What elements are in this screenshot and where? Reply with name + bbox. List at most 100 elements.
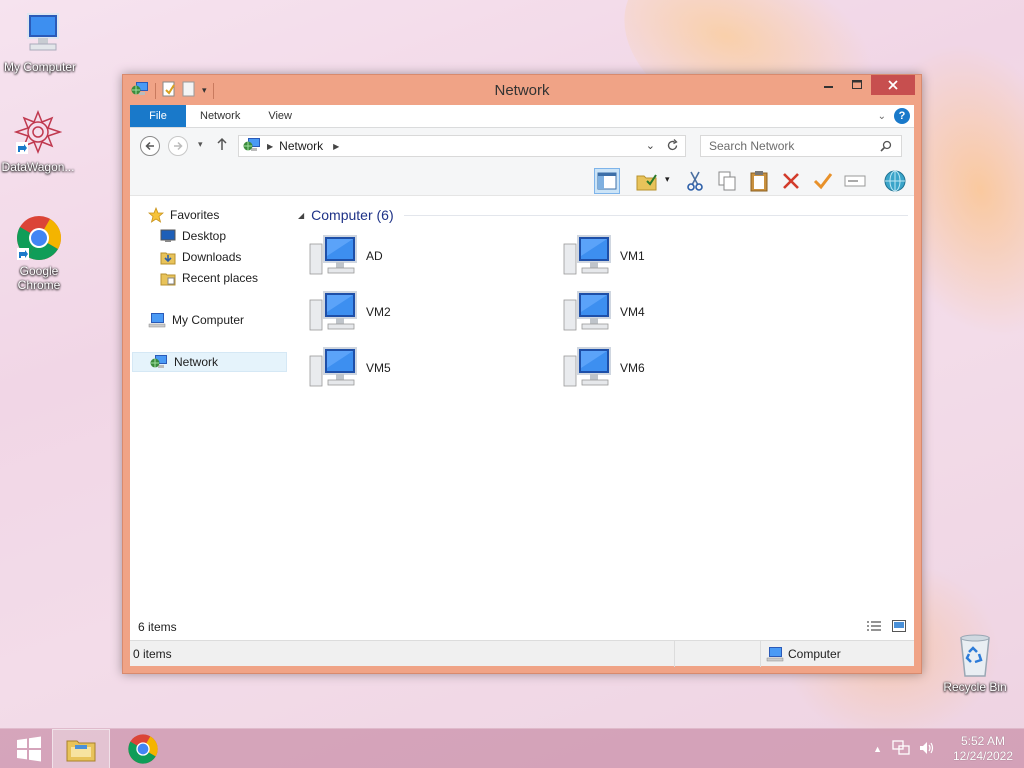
cut-button[interactable] <box>682 168 708 194</box>
nav-item-label: Downloads <box>182 250 242 264</box>
breadcrumb-chevron-icon[interactable]: ▶ <box>333 142 339 151</box>
group-header-computer[interactable]: ◢ Computer (6) <box>298 205 908 225</box>
collapse-group-icon[interactable]: ◢ <box>298 211 304 220</box>
navigation-bar: ▾ ▶ Network ▶ ⌄ <box>130 128 914 164</box>
nav-item-label: Desktop <box>182 229 227 243</box>
computer-icon <box>563 347 611 387</box>
nav-item-favorites[interactable]: Favorites <box>148 205 219 225</box>
details-view-icon[interactable] <box>866 620 882 635</box>
network-center-button[interactable] <box>882 168 908 194</box>
scissors-icon <box>687 171 703 191</box>
computer-icon <box>766 646 784 665</box>
recycle-bin-icon <box>951 630 999 678</box>
clock[interactable]: 5:52 AM 12/24/2022 <box>942 734 1024 764</box>
expand-ribbon-icon[interactable]: ⌄ <box>878 111 886 122</box>
nav-item-network[interactable]: Network <box>132 352 287 372</box>
computer-name: VM1 <box>620 249 645 263</box>
nav-item-downloads[interactable]: Downloads <box>160 247 241 267</box>
item-count: 6 items <box>138 620 177 634</box>
delete-button[interactable] <box>778 168 804 194</box>
close-icon <box>888 80 898 90</box>
computer-name: VM2 <box>366 305 391 319</box>
rename-button[interactable] <box>842 168 868 194</box>
desktop-icon-datawagon[interactable]: DataWagon... <box>0 109 78 174</box>
desktop-icon-google-chrome[interactable]: Google Chrome <box>0 214 79 292</box>
clock-time: 5:52 AM <box>960 734 1006 748</box>
tab-view[interactable]: View <box>254 105 306 127</box>
taskbar-file-explorer[interactable] <box>52 729 110 768</box>
address-bar[interactable]: ▶ Network ▶ ⌄ <box>238 135 686 157</box>
search-icon[interactable] <box>880 140 892 155</box>
status-divider <box>760 641 761 667</box>
explorer-body: File Network View ⌄ ? ▾ ▶ Network ▶ ⌄ Se… <box>130 105 914 667</box>
taskbar: ▲ 5:52 AM 12/24/2022 <box>0 728 1024 768</box>
minimize-icon <box>824 86 833 88</box>
group-divider <box>403 214 908 216</box>
recent-locations-icon[interactable]: ▾ <box>198 139 203 150</box>
close-button[interactable] <box>871 75 915 95</box>
datawagon-logo-icon <box>13 109 63 158</box>
breadcrumb-chevron-icon[interactable]: ▶ <box>267 142 273 151</box>
status-bar: 0 items Computer <box>130 640 914 667</box>
nav-item-label: My Computer <box>172 313 245 327</box>
copy-icon <box>718 171 736 191</box>
volume-icon[interactable] <box>918 740 936 759</box>
tab-network[interactable]: Network <box>186 105 254 127</box>
windows-logo-icon <box>17 736 41 762</box>
nav-item-label: Network <box>174 355 219 369</box>
copy-button[interactable] <box>714 168 740 194</box>
computer-icon <box>563 291 611 331</box>
computer-icon <box>309 291 357 331</box>
breadcrumb-network[interactable]: Network <box>279 139 323 153</box>
window-controls <box>815 75 915 95</box>
computer-item[interactable]: VM6 <box>562 343 782 393</box>
zone-label: Computer <box>788 647 841 661</box>
tab-file[interactable]: File <box>130 105 186 127</box>
folder-options-dropdown-icon[interactable]: ▾ <box>665 174 670 185</box>
network-status-icon[interactable] <box>892 739 910 759</box>
computer-icon <box>563 235 611 275</box>
show-hidden-icons-icon[interactable]: ▲ <box>873 744 882 754</box>
computer-item[interactable]: VM5 <box>308 343 528 393</box>
select-button[interactable] <box>810 168 836 194</box>
refresh-icon[interactable] <box>666 139 679 155</box>
selected-count: 0 items <box>133 646 172 661</box>
up-arrow-icon[interactable] <box>216 137 228 154</box>
desktop-icon <box>160 229 176 242</box>
nav-item-desktop[interactable]: Desktop <box>160 226 226 246</box>
desktop-icon-label: Recycle Bin <box>943 680 1007 694</box>
status-divider <box>674 641 675 667</box>
back-button[interactable] <box>140 136 160 156</box>
search-input[interactable] <box>700 135 902 157</box>
preview-pane-button[interactable] <box>594 168 620 194</box>
network-icon <box>150 355 167 368</box>
system-tray: ▲ 5:52 AM 12/24/2022 <box>873 729 1024 768</box>
computer-item[interactable]: AD <box>308 231 528 281</box>
computer-item[interactable]: VM1 <box>562 231 782 281</box>
computer-item[interactable]: VM2 <box>308 287 528 337</box>
network-icon <box>243 137 261 156</box>
forward-button[interactable] <box>168 136 188 156</box>
start-button[interactable] <box>0 729 58 768</box>
address-dropdown-icon[interactable]: ⌄ <box>646 139 655 152</box>
nav-item-recent-places[interactable]: Recent places <box>160 268 258 288</box>
desktop-icon-recycle-bin[interactable]: Recycle Bin <box>935 630 1015 694</box>
back-arrow-icon <box>145 141 154 151</box>
delete-x-icon <box>783 173 799 189</box>
folder-check-icon <box>636 174 657 191</box>
desktop-icon-my-computer[interactable]: My Computer <box>0 10 80 74</box>
command-toolbar: ▾ <box>130 164 914 196</box>
view-switcher <box>866 620 906 635</box>
paste-button[interactable] <box>746 168 772 194</box>
title-bar[interactable]: ▾ Network <box>123 75 921 105</box>
chrome-icon <box>15 214 63 262</box>
nav-item-my-computer[interactable]: My Computer <box>148 310 244 330</box>
help-icon[interactable]: ? <box>894 108 910 124</box>
folder-options-button[interactable] <box>634 168 660 194</box>
computer-item[interactable]: VM4 <box>562 287 782 337</box>
navigation-pane: Favorites Desktop Downloads Recent place… <box>130 197 288 614</box>
large-icons-view-icon[interactable] <box>892 620 906 635</box>
taskbar-google-chrome[interactable] <box>114 729 172 768</box>
maximize-button[interactable] <box>843 75 871 95</box>
minimize-button[interactable] <box>815 75 843 95</box>
